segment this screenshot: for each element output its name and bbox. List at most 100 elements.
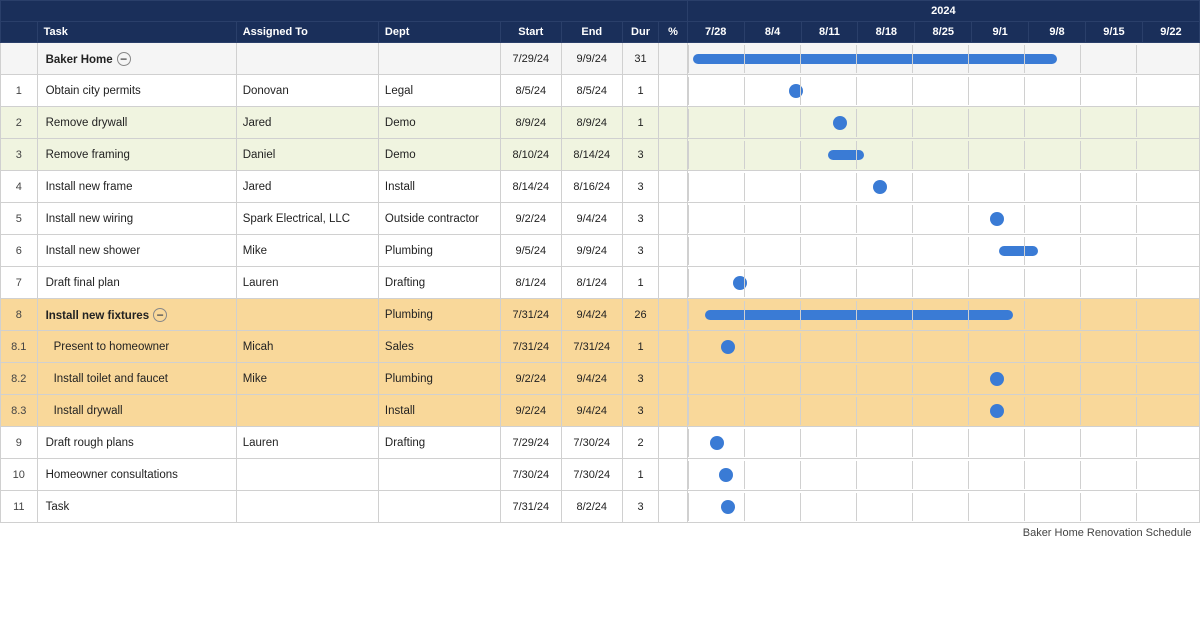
row-dept: Drafting	[378, 427, 500, 459]
row-dept: Plumbing	[378, 363, 500, 395]
row-pct	[659, 395, 687, 427]
row-assigned: Micah	[236, 331, 378, 363]
th-811: 8/11	[801, 22, 858, 43]
row-pct	[659, 75, 687, 107]
collapse-icon[interactable]: −	[117, 52, 131, 66]
row-end: 8/5/24	[561, 75, 622, 107]
table-row: 7Draft final planLaurenDrafting8/1/248/1…	[1, 267, 1200, 299]
gantt-cell	[687, 459, 1199, 491]
th-728: 7/28	[687, 22, 744, 43]
row-start: 7/31/24	[500, 491, 561, 523]
row-num: 11	[1, 491, 38, 523]
row-pct	[659, 267, 687, 299]
gantt-cell	[687, 75, 1199, 107]
row-num: 8	[1, 299, 38, 331]
row-num: 10	[1, 459, 38, 491]
row-dur: 1	[622, 267, 659, 299]
gantt-cell	[687, 427, 1199, 459]
row-dept: Legal	[378, 75, 500, 107]
table-row: 1Obtain city permitsDonovanLegal8/5/248/…	[1, 75, 1200, 107]
table-row: 5Install new wiringSpark Electrical, LLC…	[1, 203, 1200, 235]
table-row: 8.3Install drywallInstall9/2/249/4/243	[1, 395, 1200, 427]
row-start: 7/29/24	[500, 427, 561, 459]
row-end: 7/30/24	[561, 459, 622, 491]
row-dur: 26	[622, 299, 659, 331]
row-task: Install new wiring	[37, 203, 236, 235]
row-pct	[659, 43, 687, 75]
gantt-cell	[687, 267, 1199, 299]
row-dur: 1	[622, 107, 659, 139]
row-task: Baker Home−	[37, 43, 236, 75]
gantt-dot	[721, 340, 735, 354]
table-row: 10Homeowner consultations7/30/247/30/241	[1, 459, 1200, 491]
row-end: 7/31/24	[561, 331, 622, 363]
row-assigned: Donovan	[236, 75, 378, 107]
row-dept	[378, 43, 500, 75]
row-dur: 31	[622, 43, 659, 75]
th-assigned: Assigned To	[236, 22, 378, 43]
row-assigned: Mike	[236, 235, 378, 267]
gantt-cell	[687, 107, 1199, 139]
table-row: 4Install new frameJaredInstall8/14/248/1…	[1, 171, 1200, 203]
row-end: 8/9/24	[561, 107, 622, 139]
gantt-dot	[721, 500, 735, 514]
row-dur: 3	[622, 171, 659, 203]
gantt-dot	[833, 116, 847, 130]
th-pct: %	[659, 22, 687, 43]
row-pct	[659, 235, 687, 267]
table-row: 8.1Present to homeownerMicahSales7/31/24…	[1, 331, 1200, 363]
table-row: 2Remove drywallJaredDemo8/9/248/9/241	[1, 107, 1200, 139]
row-num: 9	[1, 427, 38, 459]
row-task: Task	[37, 491, 236, 523]
row-dept	[378, 459, 500, 491]
gantt-cell	[687, 363, 1199, 395]
row-assigned	[236, 395, 378, 427]
row-assigned: Daniel	[236, 139, 378, 171]
row-assigned	[236, 299, 378, 331]
row-task: Obtain city permits	[37, 75, 236, 107]
row-assigned: Jared	[236, 171, 378, 203]
row-dept: Sales	[378, 331, 500, 363]
row-dur: 3	[622, 203, 659, 235]
row-dept: Demo	[378, 139, 500, 171]
row-end: 8/14/24	[561, 139, 622, 171]
row-dept: Drafting	[378, 267, 500, 299]
gantt-cell	[687, 299, 1199, 331]
table-row: 11Task7/31/248/2/243	[1, 491, 1200, 523]
row-pct	[659, 491, 687, 523]
gantt-dot	[990, 372, 1004, 386]
row-assigned	[236, 43, 378, 75]
row-dept: Install	[378, 395, 500, 427]
th-825: 8/25	[915, 22, 972, 43]
footer-row: Baker Home Renovation Schedule	[1, 523, 1200, 542]
row-end: 9/4/24	[561, 299, 622, 331]
row-task: Remove framing	[37, 139, 236, 171]
th-dept: Dept	[378, 22, 500, 43]
gantt-bar	[693, 54, 1057, 64]
row-num: 6	[1, 235, 38, 267]
row-start: 8/14/24	[500, 171, 561, 203]
row-end: 8/2/24	[561, 491, 622, 523]
row-dur: 1	[622, 75, 659, 107]
gantt-cell	[687, 491, 1199, 523]
row-assigned: Mike	[236, 363, 378, 395]
collapse-icon[interactable]: −	[153, 308, 167, 322]
row-num: 8.2	[1, 363, 38, 395]
row-task: Homeowner consultations	[37, 459, 236, 491]
row-task: Draft rough plans	[37, 427, 236, 459]
row-start: 9/2/24	[500, 395, 561, 427]
row-start: 9/5/24	[500, 235, 561, 267]
row-dur: 3	[622, 363, 659, 395]
row-assigned: Lauren	[236, 427, 378, 459]
gantt-cell	[687, 171, 1199, 203]
row-pct	[659, 139, 687, 171]
th-dur: Dur	[622, 22, 659, 43]
row-task: Install new shower	[37, 235, 236, 267]
footer-title: Baker Home Renovation Schedule	[1, 523, 1200, 542]
gantt-dot	[990, 212, 1004, 226]
row-start: 9/2/24	[500, 363, 561, 395]
th-91: 9/1	[972, 22, 1029, 43]
row-start: 8/9/24	[500, 107, 561, 139]
row-end: 9/4/24	[561, 363, 622, 395]
table-row: 8.2Install toilet and faucetMikePlumbing…	[1, 363, 1200, 395]
